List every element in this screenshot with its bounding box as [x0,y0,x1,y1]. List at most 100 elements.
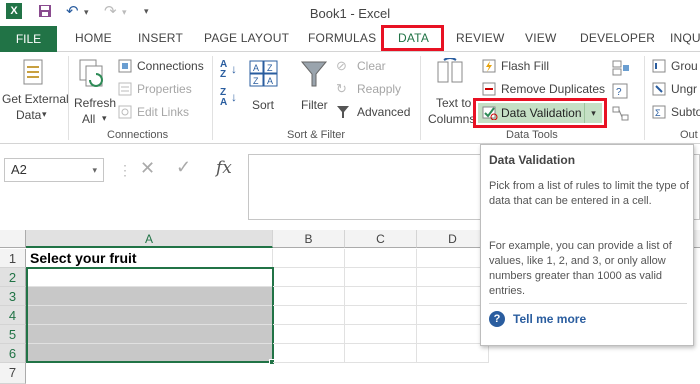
tab-file[interactable]: FILE [0,26,57,52]
selection-border [26,267,274,363]
cell-b3[interactable] [273,287,345,306]
relationships-button[interactable] [612,106,632,124]
help-icon[interactable]: ? [489,311,505,327]
sort-za-button[interactable]: Z A ↓ [218,88,240,110]
what-if-analysis-button[interactable]: ? [612,83,632,101]
cancel-icon[interactable]: ✕ [140,158,155,179]
flash-fill-button[interactable]: Flash Fill [482,58,572,76]
cell-b2[interactable] [273,268,345,287]
cell-d5[interactable] [417,325,489,344]
refresh-all-label-2: All [82,112,96,126]
clear-button: ⊘ Clear [336,58,416,76]
down-arrow-icon: ↓ [231,90,237,104]
insert-function-icon[interactable]: fx [216,158,232,178]
data-validation-tooltip: Data Validation Pick from a list of rule… [480,144,694,346]
connections-label: Connections [137,59,204,73]
advanced-button[interactable]: Advanced [336,104,416,122]
group-button[interactable]: Grou [652,58,700,76]
svg-text:A: A [253,63,259,73]
row-header-2[interactable]: 2 [0,268,26,287]
sort-label: Sort [252,98,275,112]
sort-ascending-icon: A Z [220,59,227,80]
refresh-icon [79,59,103,87]
group-separator [212,56,213,140]
cell-d1[interactable] [417,249,489,268]
cell-b1[interactable] [273,249,345,268]
chevron-down-icon[interactable]: ▾ [92,159,97,181]
cell-c3[interactable] [345,287,417,306]
reapply-icon: ↻ [336,81,347,96]
sort-button[interactable]: AZ ZA Sort [246,56,282,126]
cell-c4[interactable] [345,306,417,325]
name-box[interactable]: A2 ▾ [4,158,104,182]
down-arrow-icon: ↓ [231,62,237,76]
connections-icon [118,59,132,73]
remove-duplicates-label: Remove Duplicates [501,82,606,96]
cell-c6[interactable] [345,344,417,363]
enter-check-icon[interactable]: ✓ [176,157,191,178]
subtotal-button[interactable]: Σ Subto [652,104,700,122]
text-to-columns-button[interactable]: Text to Columns [426,56,476,126]
tell-me-more-link[interactable]: Tell me more [513,312,586,326]
tab-formulas[interactable]: FORMULAS [308,31,376,45]
group-label: Grou [671,59,698,73]
tooltip-divider [489,303,687,304]
cell-b4[interactable] [273,306,345,325]
text-to-columns-label-1: Text to [436,96,472,110]
filter-button[interactable]: Filter [296,56,332,126]
cell-d2[interactable] [417,268,489,287]
filter-label: Filter [301,98,328,112]
ungroup-button[interactable]: Ungr [652,81,700,99]
cell-d6[interactable] [417,344,489,363]
row-header-4[interactable]: 4 [0,306,26,325]
subtotal-label: Subto [671,105,700,119]
column-header-b[interactable]: B [273,230,345,248]
tab-insert[interactable]: INSERT [138,31,183,45]
reapply-button: ↻ Reapply [336,81,416,99]
column-header-a[interactable]: A [26,230,273,248]
cell-b5[interactable] [273,325,345,344]
group-separator [68,56,69,140]
title-bar: X ↶ ▾ ↷ ▾ ▾ Book1 - Excel [0,0,700,26]
tooltip-description: Pick from a list of rules to limit the t… [489,180,689,207]
cell-d4[interactable] [417,306,489,325]
cell-d3[interactable] [417,287,489,306]
row-header-6[interactable]: 6 [0,344,26,363]
cell-a1[interactable]: Select your fruit [26,249,273,268]
remove-duplicates-icon [482,82,496,96]
data-tools-group-label: Data Tools [506,129,558,141]
select-all-corner[interactable] [0,230,26,248]
subtotal-icon: Σ [652,105,666,119]
row-header-5[interactable]: 5 [0,325,26,344]
row-header-3[interactable]: 3 [0,287,26,306]
cell-b6[interactable] [273,344,345,363]
cell-c1[interactable] [345,249,417,268]
svg-text:A: A [267,76,273,86]
clear-filter-icon: ⊘ [336,58,347,73]
tab-review[interactable]: REVIEW [456,31,505,45]
tab-home[interactable]: HOME [75,31,112,45]
cell-c2[interactable] [345,268,417,287]
more-options-icon: ⋮ [118,162,132,178]
row-header-1[interactable]: 1 [0,249,26,268]
remove-duplicates-button[interactable]: Remove Duplicates [482,81,608,99]
tab-inquire[interactable]: INQU [670,31,700,45]
tab-page-layout[interactable]: PAGE LAYOUT [204,31,289,45]
refresh-all-button[interactable]: Refresh All ▾ [70,54,116,126]
get-external-data-button[interactable]: Get External Data ▾ [0,54,69,126]
column-header-c[interactable]: C [345,230,417,248]
outline-group-label: Out [680,129,698,141]
row-header-7[interactable]: 7 [0,363,26,384]
column-header-d[interactable]: D [417,230,489,248]
tab-view[interactable]: VIEW [525,31,556,45]
properties-label: Properties [137,82,192,96]
cell-c5[interactable] [345,325,417,344]
tooltip-example: For example, you can provide a list of v… [489,240,672,297]
tab-developer[interactable]: DEVELOPER [580,31,655,45]
connections-button[interactable]: Connections [118,58,208,76]
sort-dialog-icon: AZ ZA [249,60,278,87]
sort-az-button[interactable]: A Z ↓ [218,60,240,82]
consolidate-button[interactable] [612,60,632,78]
text-to-columns-icon [437,58,463,83]
get-external-data-label-1: Get External [2,92,69,106]
